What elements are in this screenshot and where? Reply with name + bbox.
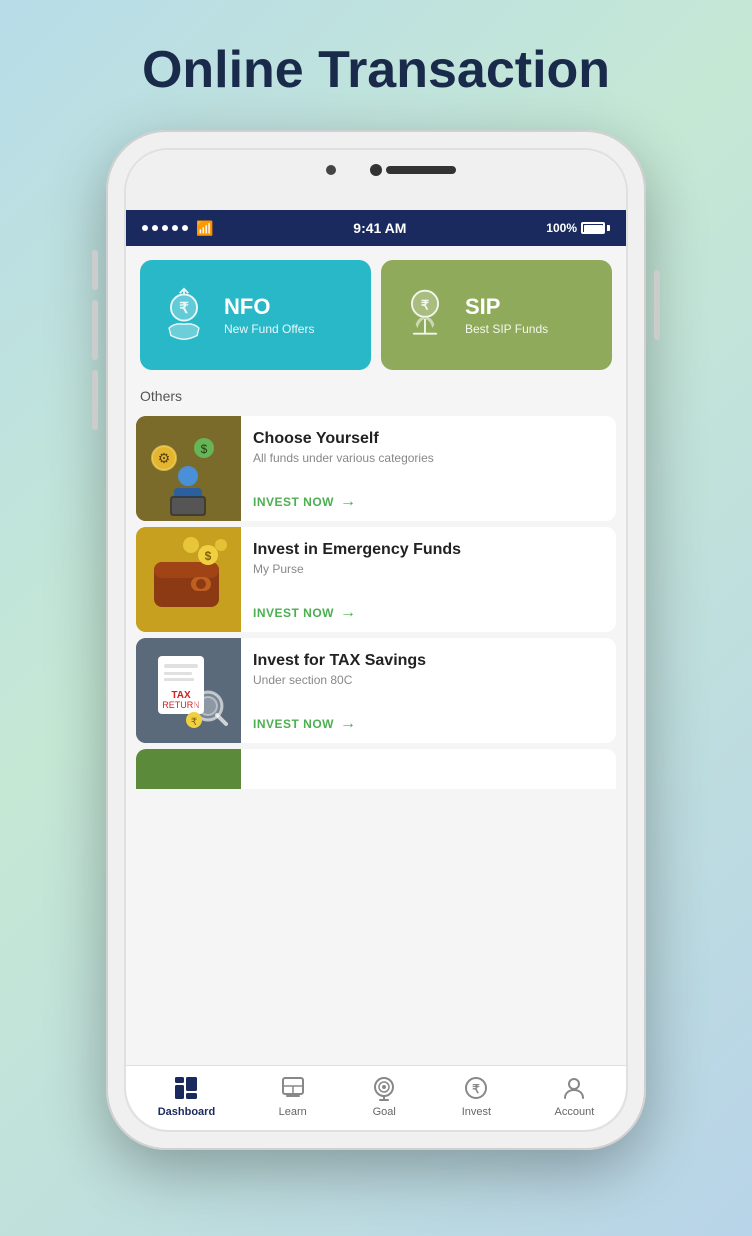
invest-label: Invest [462,1106,491,1118]
partial-thumbnail [136,749,241,789]
choose-yourself-subtitle: All funds under various categories [253,451,604,465]
bottom-navigation: Dashboard Learn [126,1065,626,1130]
invest-icon: ₹ [462,1074,490,1102]
svg-text:⚙: ⚙ [158,450,171,466]
dashboard-label: Dashboard [158,1106,215,1118]
choose-yourself-text: Choose Yourself All funds under various … [253,430,604,465]
invest-arrow-icon: → [340,715,357,733]
nfo-card[interactable]: ₹ NFO New Fund Offers [140,260,371,370]
signal-dot-3 [162,225,168,231]
sip-icon: ₹ [397,287,453,343]
sip-text-group: SIP Best SIP Funds [465,294,548,336]
emergency-invest-button[interactable]: INVEST NOW → [253,604,604,622]
emergency-thumbnail: $ [136,527,241,632]
svg-text:$: $ [205,549,212,563]
phone-shell: 📶 9:41 AM 100% [106,130,646,1150]
signal-dot-1 [142,225,148,231]
dashboard-icon [172,1074,200,1102]
invest-arrow-icon: → [340,604,357,622]
camera-dot [370,164,382,176]
nav-goal[interactable]: Goal [370,1074,398,1118]
battery-percentage: 100% [546,221,577,235]
tax-text: Invest for TAX Savings Under section 80C [253,652,604,687]
list-item[interactable]: $ Invest in Emergency Funds My Purse [136,527,616,632]
tax-title: Invest for TAX Savings [253,652,604,670]
speaker-grille [386,166,456,174]
account-label: Account [555,1106,595,1118]
battery-fill [584,225,603,233]
tax-subtitle: Under section 80C [253,673,604,687]
svg-text:₹: ₹ [179,300,189,317]
signal-dot-5 [182,225,188,231]
svg-text:₹: ₹ [473,1082,481,1096]
silent-switch [92,250,98,290]
choose-yourself-content: Choose Yourself All funds under various … [241,416,616,521]
battery-tip [607,225,610,231]
signal-dot-2 [152,225,158,231]
nfo-text-group: NFO New Fund Offers [224,294,314,336]
power-button [654,270,660,340]
learn-icon [279,1074,307,1102]
tax-content: Invest for TAX Savings Under section 80C… [241,638,616,743]
screen-content: ₹ NFO New Fund Offers [126,246,626,789]
tax-thumbnail: TAX RETURN ₹ [136,638,241,743]
status-bar: 📶 9:41 AM 100% [126,210,626,246]
nfo-title: NFO [224,294,314,320]
volume-up-button [92,300,98,360]
emergency-subtitle: My Purse [253,562,604,576]
svg-text:$: $ [201,442,208,456]
choose-yourself-invest-button[interactable]: INVEST NOW → [253,493,604,511]
phone-top-bezel [126,150,626,210]
tax-invest-button[interactable]: INVEST NOW → [253,715,604,733]
list-item[interactable]: ⚙ $ Choose Yourself [136,416,616,521]
sip-title: SIP [465,294,548,320]
partial-list-item [136,749,616,789]
nfo-subtitle: New Fund Offers [224,322,314,336]
invest-arrow-icon: → [340,493,357,511]
front-camera [326,165,336,175]
sip-card[interactable]: ₹ SIP Best SIP Funds [381,260,612,370]
status-time: 9:41 AM [353,220,406,236]
emergency-title: Invest in Emergency Funds [253,541,604,559]
choose-yourself-title: Choose Yourself [253,430,604,448]
page-title: Online Transaction [142,40,610,100]
battery-body [581,222,605,234]
choose-yourself-thumbnail: ⚙ $ [136,416,241,521]
goal-label: Goal [373,1106,396,1118]
nfo-icon: ₹ [156,287,212,343]
top-cards-row: ₹ NFO New Fund Offers [126,246,626,380]
nav-account[interactable]: Account [555,1074,595,1118]
sip-subtitle: Best SIP Funds [465,322,548,336]
signal-indicator: 📶 [142,220,213,237]
wifi-icon: 📶 [196,220,213,237]
volume-down-button [92,370,98,430]
nav-learn[interactable]: Learn [279,1074,307,1118]
learn-label: Learn [279,1106,307,1118]
emergency-text: Invest in Emergency Funds My Purse [253,541,604,576]
svg-text:₹: ₹ [421,297,430,312]
nav-dashboard[interactable]: Dashboard [158,1074,215,1118]
signal-dot-4 [172,225,178,231]
account-icon [560,1074,588,1102]
battery-indicator: 100% [546,221,610,235]
list-item[interactable]: TAX RETURN ₹ Invest for TAX Savings [136,638,616,743]
svg-text:₹: ₹ [191,717,197,728]
goal-icon [370,1074,398,1102]
battery-icon [581,222,610,234]
nav-invest[interactable]: ₹ Invest [462,1074,491,1118]
phone-screen: 📶 9:41 AM 100% [124,148,628,1132]
others-section-label: Others [126,380,626,410]
emergency-content: Invest in Emergency Funds My Purse INVES… [241,527,616,632]
